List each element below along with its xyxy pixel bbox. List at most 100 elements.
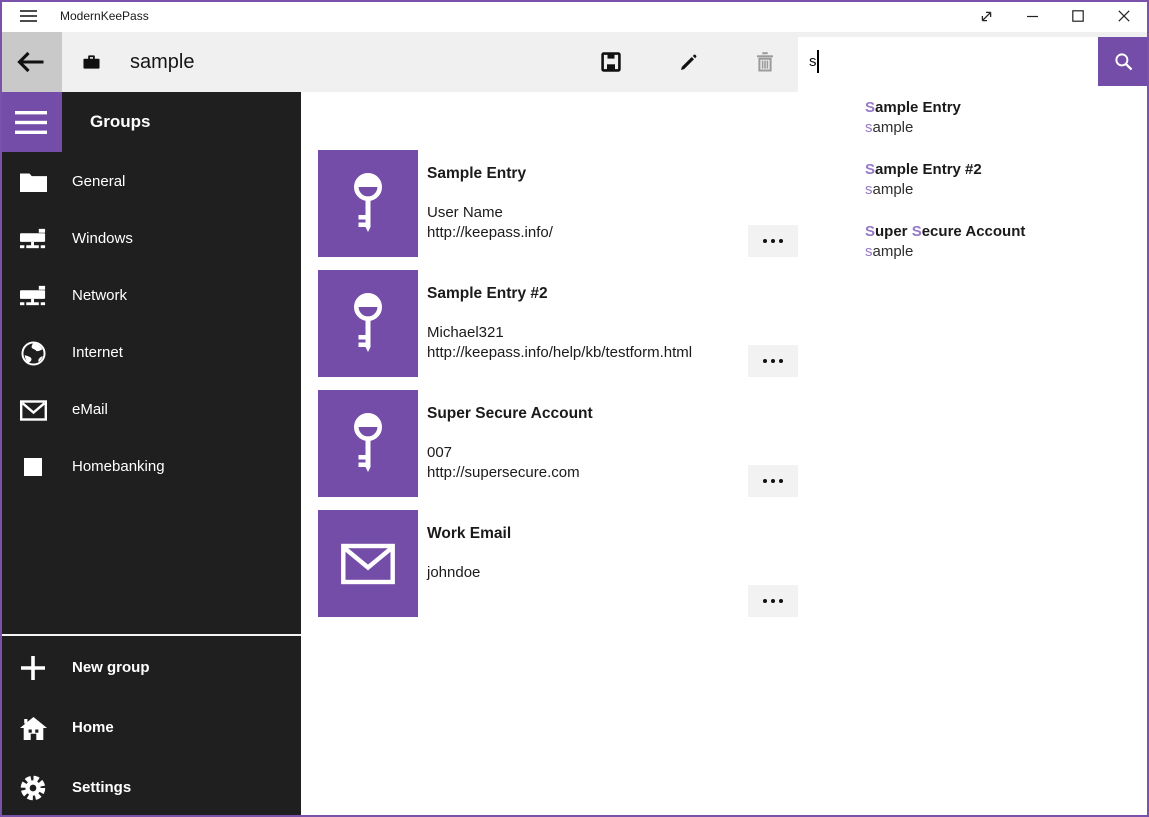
hamburger-icon xyxy=(20,10,37,22)
entry-title: Work Email xyxy=(427,524,511,544)
sidebar-item-label: Homebanking xyxy=(72,443,165,491)
entry-username: 007 xyxy=(427,443,452,463)
search-icon xyxy=(1114,52,1133,71)
sidebar-item-label: Home xyxy=(72,704,114,752)
search-result-subtitle: sample xyxy=(865,243,1147,261)
sidebar-item-label: New group xyxy=(72,644,150,692)
sidebar-item-homebanking[interactable]: Homebanking xyxy=(0,443,301,491)
search-input[interactable] xyxy=(798,37,1098,86)
search-result[interactable]: Sample Entry #2 sample xyxy=(865,161,1147,199)
titlebar-hamburger-button[interactable] xyxy=(8,0,48,32)
enter-fullscreen-icon xyxy=(979,9,994,24)
entry-more-button[interactable] xyxy=(748,465,798,497)
key-icon xyxy=(348,172,388,236)
entry-username: Michael321 xyxy=(427,323,504,343)
entry-more-button[interactable] xyxy=(748,345,798,377)
sidebar-item-email[interactable]: eMail xyxy=(0,386,301,434)
sidebar-hamburger-button[interactable] xyxy=(0,92,62,152)
close-icon xyxy=(1117,9,1131,23)
search-suggestions-dropdown: Sample EntrysampleSample Entry #2sampleS… xyxy=(798,86,1147,278)
database-title: sample xyxy=(130,32,194,92)
entry-title: Super Secure Account xyxy=(427,404,593,424)
edit-button[interactable] xyxy=(663,38,713,86)
command-bar: sample xyxy=(0,32,1149,92)
square-icon xyxy=(19,454,47,480)
title-bar: ModernKeePass xyxy=(0,0,1149,32)
home-icon xyxy=(19,715,47,741)
entry-url: http://keepass.info/help/kb/testform.htm… xyxy=(427,343,692,363)
search-result[interactable]: Sample Entry sample xyxy=(865,99,1147,137)
entry-row[interactable]: Work Email johndoe xyxy=(318,510,798,617)
plus-icon xyxy=(19,655,47,681)
back-button[interactable] xyxy=(0,32,62,92)
entry-url: http://keepass.info/ xyxy=(427,223,553,243)
folder-icon xyxy=(19,169,47,195)
entry-more-button[interactable] xyxy=(748,225,798,257)
workstation-icon xyxy=(19,226,47,252)
save-button[interactable] xyxy=(586,38,636,86)
sidebar-item-label: Windows xyxy=(72,215,133,263)
search-result-title: Sample Entry xyxy=(865,99,1147,117)
entry-more-button[interactable] xyxy=(748,585,798,617)
trash-icon xyxy=(756,52,774,72)
entry-title: Sample Entry #2 xyxy=(427,284,548,304)
entry-url: http://supersecure.com xyxy=(427,463,580,483)
command-bar-actions xyxy=(586,38,817,86)
fullscreen-button[interactable] xyxy=(963,0,1009,32)
entry-row[interactable]: Sample Entry #2 Michael321 http://keepas… xyxy=(318,270,798,377)
sidebar-item-windows[interactable]: Windows xyxy=(0,215,301,263)
entry-row[interactable]: Super Secure Account 007 http://supersec… xyxy=(318,390,798,497)
entry-username: johndoe xyxy=(427,563,480,583)
window-controls xyxy=(963,0,1147,32)
entry-tile[interactable] xyxy=(318,390,418,497)
save-icon xyxy=(601,52,621,72)
close-button[interactable] xyxy=(1101,0,1147,32)
sidebar-item-label: General xyxy=(72,158,125,206)
sidebar-item-label: Network xyxy=(72,272,127,320)
entry-username: User Name xyxy=(427,203,503,223)
workstation-icon xyxy=(19,283,47,309)
sidebar-item-label: eMail xyxy=(72,386,108,434)
delete-button[interactable] xyxy=(740,38,790,86)
maximize-icon xyxy=(1071,9,1085,23)
app-title: ModernKeePass xyxy=(60,0,149,32)
back-arrow-icon xyxy=(17,51,45,73)
search-result[interactable]: Super Secure Account sample xyxy=(865,223,1147,261)
key-icon xyxy=(348,412,388,476)
pencil-icon xyxy=(679,53,698,72)
database-icon xyxy=(83,54,100,70)
groups-header: Groups xyxy=(90,106,150,138)
sidebar-item-network[interactable]: Network xyxy=(0,272,301,320)
entry-tile[interactable] xyxy=(318,150,418,257)
search-box xyxy=(798,37,1098,86)
text-caret xyxy=(817,50,819,73)
entry-tile[interactable] xyxy=(318,510,418,617)
search-result-subtitle: sample xyxy=(865,181,1147,199)
sidebar: Groups General Windows Network Internet … xyxy=(0,92,301,817)
gear-icon xyxy=(19,775,47,801)
search-result-title: Super Secure Account xyxy=(865,223,1147,241)
envelope-icon xyxy=(19,397,47,423)
search-result-title: Sample Entry #2 xyxy=(865,161,1147,179)
sidebar-item-home[interactable]: Home xyxy=(0,704,301,752)
globe-icon xyxy=(19,340,47,366)
sidebar-divider xyxy=(0,634,301,636)
hamburger-icon xyxy=(15,111,47,134)
maximize-button[interactable] xyxy=(1055,0,1101,32)
sidebar-item-new-group[interactable]: New group xyxy=(0,644,301,692)
app-window: ModernKeePass sample xyxy=(0,0,1149,817)
search-button[interactable] xyxy=(1098,37,1149,86)
key-icon xyxy=(348,292,388,356)
sidebar-item-label: Internet xyxy=(72,329,123,377)
sidebar-item-label: Settings xyxy=(72,764,131,812)
search-result-subtitle: sample xyxy=(865,119,1147,137)
sidebar-item-internet[interactable]: Internet xyxy=(0,329,301,377)
minimize-button[interactable] xyxy=(1009,0,1055,32)
minimize-icon xyxy=(1026,10,1039,23)
sidebar-item-general[interactable]: General xyxy=(0,158,301,206)
entry-row[interactable]: Sample Entry User Name http://keepass.in… xyxy=(318,150,798,257)
envelope-icon xyxy=(341,543,395,585)
sidebar-item-settings[interactable]: Settings xyxy=(0,764,301,812)
entry-title: Sample Entry xyxy=(427,164,526,184)
entry-tile[interactable] xyxy=(318,270,418,377)
